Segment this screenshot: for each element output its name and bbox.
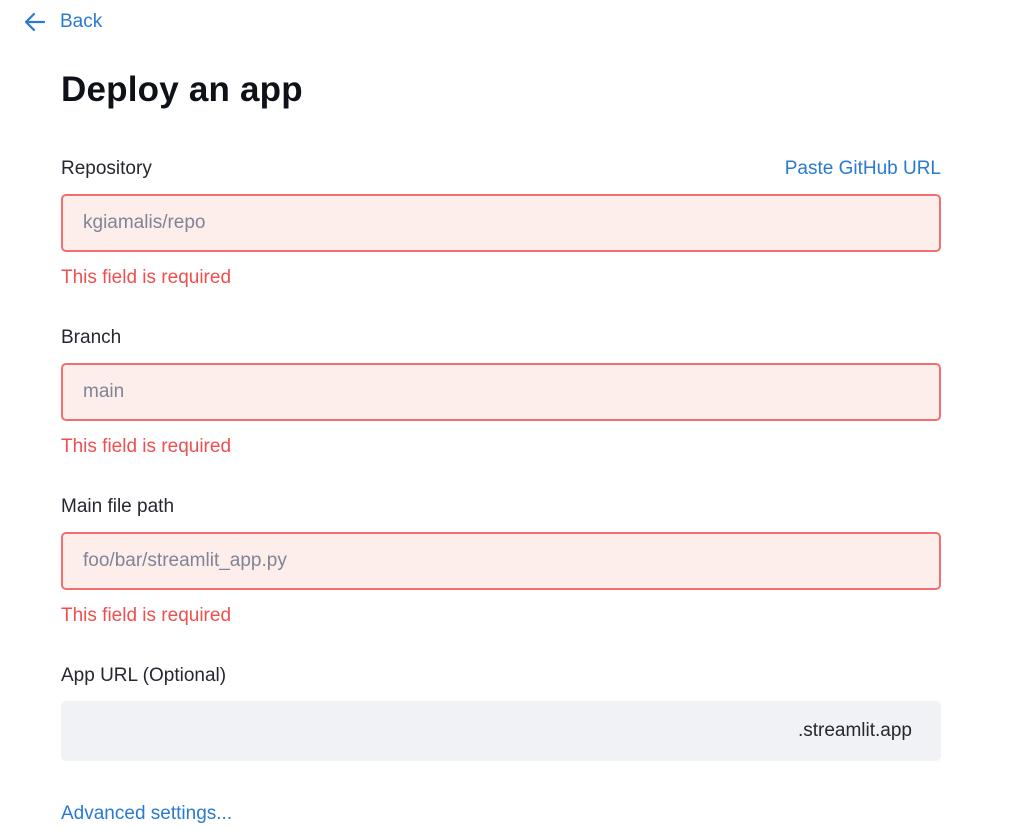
advanced-settings-link[interactable]: Advanced settings... <box>61 803 232 825</box>
app-url-suffix: .streamlit.app <box>797 720 912 741</box>
back-button[interactable]: Back <box>24 11 102 33</box>
repository-label: Repository <box>61 158 152 179</box>
back-label: Back <box>60 11 103 32</box>
main-file-input-wrapper <box>61 532 941 590</box>
app-url-input-wrapper: .streamlit.app <box>61 701 941 761</box>
app-url-field: App URL (Optional) .streamlit.app <box>61 664 941 761</box>
main-file-field: Main file path This field is required <box>61 495 941 627</box>
deploy-app-page: Back Deploy an app Repository Paste GitH… <box>0 0 1017 830</box>
repository-input[interactable] <box>81 211 939 235</box>
branch-input-wrapper <box>61 363 941 421</box>
branch-input[interactable] <box>81 380 939 404</box>
main-file-error: This field is required <box>61 605 232 626</box>
branch-error: This field is required <box>61 436 232 457</box>
main-file-label-row: Main file path <box>61 495 941 519</box>
page-title: Deploy an app <box>61 70 303 109</box>
main-file-label: Main file path <box>61 496 175 517</box>
repository-field: Repository Paste GitHub URL This field i… <box>61 157 941 289</box>
app-url-input[interactable] <box>79 719 798 743</box>
repository-input-wrapper <box>61 194 941 252</box>
branch-label: Branch <box>61 327 122 348</box>
paste-github-url-link[interactable]: Paste GitHub URL <box>785 158 941 180</box>
branch-label-row: Branch <box>61 326 941 350</box>
arrow-left-icon <box>24 12 46 32</box>
main-file-input[interactable] <box>81 549 939 573</box>
app-url-label-row: App URL (Optional) <box>61 664 941 688</box>
repository-error: This field is required <box>61 267 232 288</box>
app-url-label: App URL (Optional) <box>61 665 227 686</box>
branch-field: Branch This field is required <box>61 326 941 458</box>
repository-label-row: Repository Paste GitHub URL <box>61 157 941 181</box>
